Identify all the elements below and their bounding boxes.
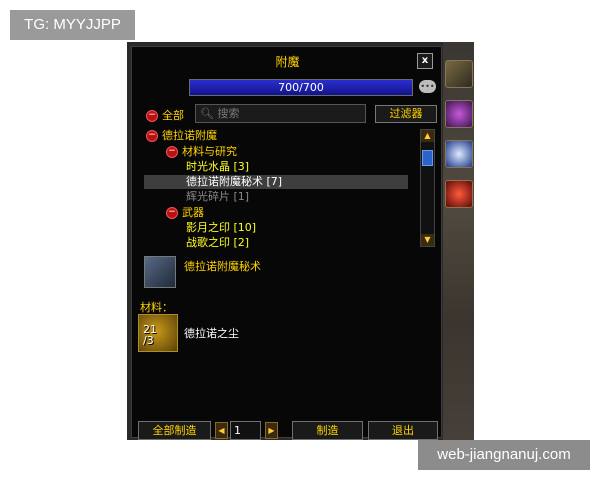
collapse-icon: − [166, 207, 178, 219]
skill-bar: 700/700 [189, 79, 413, 96]
action-slot-1-icon[interactable] [445, 60, 473, 88]
recipe-item[interactable]: 影月之印 [10] [186, 221, 256, 235]
search-input[interactable]: 🔍︎ 搜索 [195, 104, 366, 123]
chat-bubble-icon[interactable]: ••• [419, 80, 436, 93]
collapse-icon: − [146, 130, 158, 142]
search-icon: 🔍︎ [200, 107, 214, 120]
game-viewport: 附魔 x 700/700 ••• − 全部 🔍︎ 搜索 过滤器 − 德拉诺附魔 − 材… [127, 42, 474, 440]
scroll-down-button[interactable]: ▼ [421, 234, 434, 246]
exit-button[interactable]: 退出 [368, 421, 438, 440]
group-row-weapons[interactable]: − 武器 [166, 206, 204, 220]
increment-button[interactable]: ▶ [265, 422, 278, 439]
reagent-required: /3 [143, 334, 154, 347]
recipe-item[interactable]: 辉光碎片 [1] [186, 190, 249, 204]
group-label: 材料与研究 [182, 145, 237, 158]
collapse-icon: − [146, 110, 158, 122]
reagent-name: 德拉诺之尘 [184, 327, 239, 340]
close-button[interactable]: x [417, 53, 433, 69]
filter-button[interactable]: 过滤器 [375, 105, 437, 123]
action-slot-2-icon[interactable] [445, 100, 473, 128]
category-label: 德拉诺附魔 [162, 129, 217, 142]
recipe-item[interactable]: 时光水晶 [3] [186, 160, 249, 174]
scroll-up-button[interactable]: ▲ [421, 130, 434, 142]
watermark-top: TG: MYYJJPP [10, 10, 135, 40]
all-label: 全部 [162, 109, 184, 122]
materials-label: 材料： [140, 301, 173, 314]
recipe-item[interactable]: 战歌之印 [2] [186, 236, 249, 250]
recipe-item-selected[interactable]: 德拉诺附魔秘术 [7] [186, 175, 282, 189]
action-slot-3-icon[interactable] [445, 140, 473, 168]
quantity-input[interactable]: 1 [230, 421, 261, 440]
dust-reagent-icon[interactable]: 21/3 [138, 314, 178, 352]
watermark-bottom: web-jiangnanuj.com [418, 440, 590, 470]
category-row[interactable]: − 德拉诺附魔 [146, 129, 217, 143]
selected-recipe-name: 德拉诺附魔秘术 [184, 260, 261, 273]
group-row-materials[interactable]: − 材料与研究 [166, 145, 237, 159]
action-slot-4-icon[interactable] [445, 180, 473, 208]
window-title: 附魔 [275, 55, 300, 69]
group-label: 武器 [182, 206, 204, 219]
collapse-icon: − [166, 146, 178, 158]
search-placeholder: 搜索 [217, 107, 240, 120]
craft-button[interactable]: 制造 [292, 421, 363, 440]
decrement-button[interactable]: ◀ [215, 422, 228, 439]
enchanting-window: 附魔 x 700/700 ••• − 全部 🔍︎ 搜索 过滤器 − 德拉诺附魔 − 材… [131, 46, 442, 440]
recipe-book-icon[interactable] [144, 256, 176, 288]
toggle-all[interactable]: − 全部 [146, 109, 184, 123]
scroll-thumb[interactable] [422, 150, 433, 166]
recipe-list-scrollbar[interactable]: ▲ ▼ [420, 129, 435, 247]
craft-all-button[interactable]: 全部制造 [138, 421, 211, 440]
